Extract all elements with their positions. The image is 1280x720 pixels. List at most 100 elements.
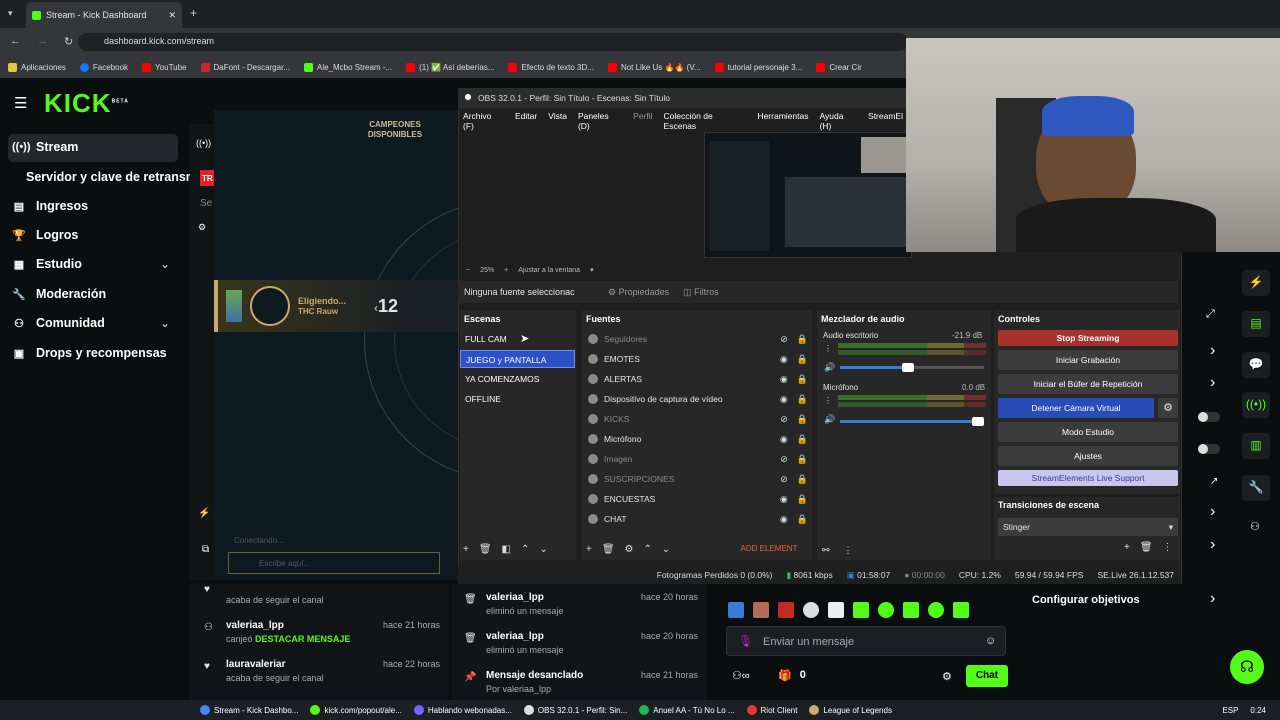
bookmark-ale-stream[interactable]: Ale_Mcbo Stream -... [303,62,392,72]
chevron-down-icon[interactable]: ▾ [590,266,594,274]
kebab-icon[interactable]: ⋮ [824,344,832,353]
tab-list-icon[interactable]: ▾ [8,8,13,19]
chevron-right-icon[interactable]: › [1210,503,1215,521]
chevron-down-icon[interactable]: ⌄ [160,316,170,330]
url-field[interactable]: dashboard.kick.com/stream [78,33,908,51]
wrench-icon[interactable]: 🔧 [1242,475,1270,501]
emote-icon[interactable] [903,602,919,618]
settings-icon[interactable]: ⚙ [198,222,206,233]
streamelements-support-button[interactable]: StreamElements Live Support [998,470,1178,486]
menu-streamelements[interactable]: StreamEl [868,111,903,123]
arrow-up-icon[interactable]: ⌃ [521,544,529,555]
chat-send-button[interactable]: Chat [966,665,1008,687]
kebab-icon[interactable]: ⋮ [824,396,832,405]
popout-icon[interactable]: ⧉ [202,544,209,555]
kick-logo[interactable]: KICKBETA [44,88,129,119]
chevron-right-icon[interactable]: › [1210,342,1215,360]
source-item[interactable]: KICKS ⊘ 🔒 [584,410,812,428]
taskbar-item[interactable]: Riot Client [746,705,797,715]
emote-icon[interactable] [728,602,744,618]
eye-icon[interactable]: ◉ [780,394,788,405]
audio-desktop-slider[interactable] [840,363,984,372]
bookmark-video-1[interactable]: (1) ✅ Así deberías... [406,62,494,72]
bookmark-facebook[interactable]: Facebook [79,62,128,72]
forward-icon[interactable]: → [37,35,48,48]
support-icon[interactable]: ☊ [1230,650,1264,684]
new-tab-icon[interactable]: + [190,6,197,20]
source-item[interactable]: EMOTES ◉ 🔒 [584,350,812,368]
language-indicator[interactable]: ESP [1222,706,1238,715]
source-item[interactable]: SUSCRIPCIONES ⊘ 🔒 [584,470,812,488]
emote-icon[interactable] [828,602,844,618]
studio-mode-button[interactable]: Modo Estudio [998,422,1178,442]
mic-slider[interactable] [840,417,984,426]
microphone-icon[interactable]: 🎙 [738,634,753,648]
emote-icon[interactable] [803,602,819,618]
bookmark-apps[interactable]: Aplicaciones [8,62,66,72]
kebab-icon[interactable]: ⋮ [844,545,853,556]
add-element-button[interactable]: ADD ELEMENT [736,544,802,557]
back-icon[interactable]: ← [10,35,21,48]
loop-icon[interactable]: ⚇∞ [732,669,750,682]
chevron-down-icon[interactable]: ⌄ [160,257,170,271]
menu-archivo[interactable]: Archivo (F) [463,111,504,131]
community-icon[interactable]: ⚇ [1250,520,1260,533]
filter-icon[interactable]: ◧ [502,544,511,555]
fit-window[interactable]: Ajustar a la ventana [518,267,580,274]
eye-off-icon[interactable]: ⊘ [780,454,788,465]
chevron-right-icon[interactable]: › [1210,536,1215,554]
bookmark-efecto-texto[interactable]: Efecto de texto 3D... [508,62,594,72]
lock-icon[interactable]: 🔒 [797,454,808,465]
arrow-down-icon[interactable]: ⌄ [662,544,670,555]
nav-estudio[interactable]: ▦ Estudio [12,257,82,271]
scene-item[interactable]: YA COMENZAMOS [460,370,575,388]
zoom-in-icon[interactable]: + [504,267,508,274]
arrow-up-icon[interactable]: ⌃ [644,544,652,555]
trash-icon[interactable]: 🗑 [479,544,492,555]
bookmark-dafont[interactable]: DaFont - Descargar... [200,62,290,72]
filters-button[interactable]: ◫ Filtros [683,287,719,298]
close-icon[interactable]: ✕ [168,10,176,21]
eye-icon[interactable]: ◉ [780,514,788,525]
source-item[interactable]: Seguidores ⊘ 🔒 [584,330,812,348]
eye-icon[interactable]: ◉ [780,374,788,385]
emote-icon[interactable] [878,602,894,618]
eye-icon[interactable]: ◉ [780,354,788,365]
expand-icon[interactable]: ⤢ [1206,308,1215,321]
eye-off-icon[interactable]: ⊘ [780,414,788,425]
emoji-icon[interactable]: ☺ [985,635,996,647]
taskbar-item[interactable]: OBS 32.0.1 - Perfil: Sin... [523,705,627,715]
bookmark-not-like-us[interactable]: Not Like Us 🔥🔥 (V... [607,62,701,72]
external-link-icon[interactable]: ↗ [1210,476,1218,487]
menu-herramientas[interactable]: Herramientas [757,111,808,123]
lock-icon[interactable]: 🔒 [797,474,808,485]
emote-icon[interactable] [953,602,969,618]
emote-icon[interactable] [753,602,769,618]
chat-input[interactable]: Enviar un mensaje [726,626,1006,656]
broadcast-icon[interactable]: ((•)) [1242,392,1270,418]
chat-bubble-icon[interactable]: 💬 [1242,352,1270,378]
menu-coleccion[interactable]: Colección de Escenas [664,111,747,131]
bookmark-tutorial[interactable]: tutorial personaje 3... [714,62,802,72]
lock-icon[interactable]: 🔒 [797,354,808,365]
gear-icon[interactable]: ⚙ [1158,398,1178,418]
speaker-icon[interactable]: 🔊 [824,362,835,373]
add-transition-icon[interactable]: + [1124,542,1130,553]
emote-icon[interactable] [928,602,944,618]
add-scene-icon[interactable]: + [463,544,469,555]
lightning-icon[interactable]: ⚡ [1242,270,1270,296]
add-source-icon[interactable]: + [586,544,592,555]
zoom-out-icon[interactable]: − [466,267,470,274]
source-item[interactable]: Micrófono ◉ 🔒 [584,430,812,448]
notes-icon[interactable]: ▤ [1242,311,1270,337]
goals-link[interactable]: Configurar objetivos [1022,590,1232,612]
scene-item[interactable]: OFFLINE [460,390,575,408]
arrow-down-icon[interactable]: ⌄ [539,544,547,555]
nav-moderacion[interactable]: 🔧 Moderación [12,287,106,301]
nav-comunidad[interactable]: ⚇ Comunidad [12,316,105,330]
gear-icon[interactable]: ⚙ [625,544,634,555]
browser-tab[interactable]: Stream - Kick Dashboard ✕ [26,2,182,28]
lock-icon[interactable]: 🔒 [797,434,808,445]
source-item[interactable]: ALERTAS ◉ 🔒 [584,370,812,388]
taskbar-item[interactable]: Stream - Kick Dashbo... [200,705,298,715]
